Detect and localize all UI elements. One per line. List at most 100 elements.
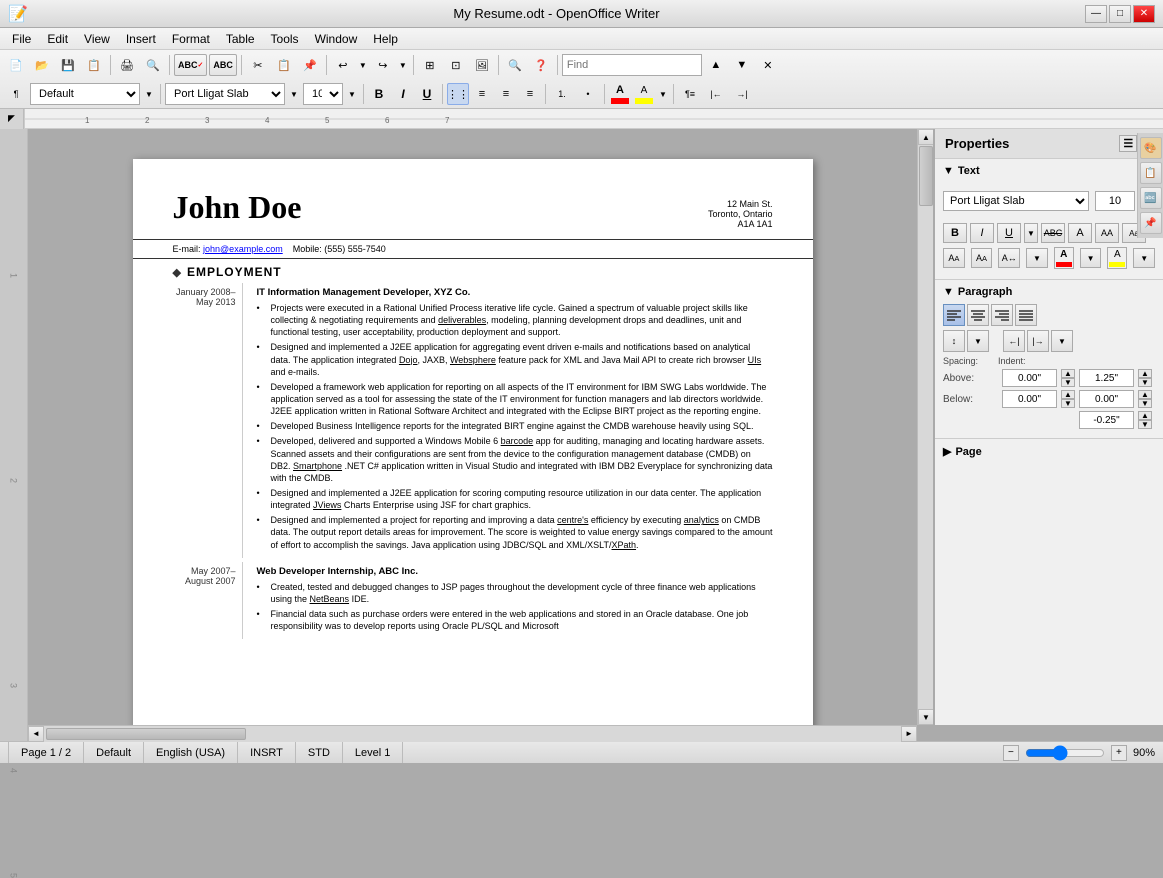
paragraph-styles-icon[interactable]: ¶ — [4, 82, 28, 106]
paragraph-style-arrow[interactable]: ▼ — [142, 82, 156, 106]
panel-bold-button[interactable]: B — [943, 223, 967, 243]
scroll-up-arrow[interactable]: ▲ — [918, 129, 934, 145]
panel-font-size[interactable] — [1095, 191, 1135, 211]
firstline-up[interactable]: ▲ — [1138, 411, 1152, 420]
menu-tools[interactable]: Tools — [263, 30, 307, 48]
font-size-combo[interactable]: 10 — [303, 83, 343, 105]
panel-align-right[interactable] — [991, 304, 1013, 326]
find-close-button[interactable]: ✕ — [756, 53, 780, 77]
panel-font-combo[interactable]: Port Lligat Slab — [943, 191, 1089, 211]
side-icon-3[interactable]: 🔤 — [1140, 187, 1162, 209]
panel-arrow-btn[interactable]: ▼ — [1026, 248, 1048, 268]
redo-button[interactable]: ↪ — [371, 53, 395, 77]
panel-italic-button[interactable]: I — [970, 223, 994, 243]
right-indent-input[interactable] — [1079, 390, 1134, 408]
side-icon-1[interactable]: 🎨 — [1140, 137, 1162, 159]
panel-highlight-arrow[interactable]: ▼ — [1133, 248, 1155, 268]
style-btn-3[interactable]: →| — [730, 82, 754, 106]
paste-button[interactable]: 📌 — [298, 53, 322, 77]
panel-align-left[interactable] — [943, 304, 965, 326]
ruler-corner[interactable]: ◤ — [0, 109, 24, 129]
find-button[interactable]: 🔍 — [503, 53, 527, 77]
vertical-scrollbar[interactable]: ▲ ▼ — [917, 129, 933, 725]
page-section-header[interactable]: ▶ Page — [943, 445, 1155, 458]
above-input[interactable] — [1002, 369, 1057, 387]
indent-input[interactable] — [1079, 369, 1134, 387]
panel-line-spacing-arrow[interactable]: ▼ — [967, 330, 989, 352]
side-icon-2[interactable]: 📋 — [1140, 162, 1162, 184]
find-prev-button[interactable]: ▲ — [704, 53, 728, 77]
indent-down[interactable]: ▼ — [1138, 378, 1152, 387]
underline-button[interactable]: U — [416, 83, 438, 105]
panel-indent-arrow[interactable]: ▼ — [1051, 330, 1073, 352]
menu-window[interactable]: Window — [307, 30, 366, 48]
panel-subscript-button[interactable]: AA — [971, 248, 993, 268]
below-down[interactable]: ▼ — [1061, 399, 1075, 408]
save-button[interactable]: 💾 — [56, 53, 80, 77]
redo-arrow[interactable]: ▼ — [397, 53, 409, 77]
undo-button[interactable]: ↩ — [331, 53, 355, 77]
panel-underline-button[interactable]: U — [997, 223, 1021, 243]
panel-spacing-btn[interactable]: A↔ — [998, 248, 1020, 268]
menu-edit[interactable]: Edit — [39, 30, 76, 48]
horizontal-scrollbar[interactable]: ◄ ► — [28, 725, 917, 741]
insert-image-button[interactable]: 🖼 — [470, 53, 494, 77]
undo-arrow[interactable]: ▼ — [357, 53, 369, 77]
panel-strikethrough-button[interactable]: ABC — [1041, 223, 1065, 243]
help-button[interactable]: ❓ — [529, 53, 553, 77]
zoom-out-button[interactable]: − — [1003, 745, 1019, 761]
menu-insert[interactable]: Insert — [118, 30, 164, 48]
h-scroll-track[interactable] — [44, 726, 901, 742]
scroll-down-arrow[interactable]: ▼ — [918, 709, 934, 725]
panel-shadow-button[interactable]: A — [1068, 223, 1092, 243]
above-down[interactable]: ▼ — [1061, 378, 1075, 387]
panel-underline-arrow[interactable]: ▼ — [1024, 223, 1038, 243]
email-link[interactable]: john@example.com — [203, 244, 283, 254]
panel-font-color[interactable]: A — [1054, 247, 1074, 269]
font-color-button[interactable]: A — [609, 83, 631, 105]
firstline-down[interactable]: ▼ — [1138, 420, 1152, 429]
spell-check-button[interactable]: ABC✓ — [174, 54, 207, 76]
open-button[interactable]: 📂 — [30, 53, 54, 77]
scroll-right-arrow[interactable]: ► — [901, 726, 917, 742]
insert-table-button[interactable]: ⊞ — [418, 53, 442, 77]
preview-button[interactable]: 🔍 — [141, 53, 165, 77]
right-indent-up[interactable]: ▲ — [1138, 390, 1152, 399]
scroll-left-arrow[interactable]: ◄ — [28, 726, 44, 742]
saveas-button[interactable]: 📋 — [82, 53, 106, 77]
below-up[interactable]: ▲ — [1061, 390, 1075, 399]
panel-expand-icon[interactable]: ☰ — [1119, 135, 1137, 152]
menu-view[interactable]: View — [76, 30, 118, 48]
paragraph-style-combo[interactable]: Default — [30, 83, 140, 105]
panel-superscript-button[interactable]: AA — [943, 248, 965, 268]
copy-button[interactable]: 📋 — [272, 53, 296, 77]
menu-file[interactable]: File — [4, 30, 39, 48]
paragraph-style-toggle[interactable]: ¶≡ — [678, 82, 702, 106]
indent-up[interactable]: ▲ — [1138, 369, 1152, 378]
bullets-button[interactable]: • — [576, 82, 600, 106]
restore-button[interactable]: □ — [1109, 5, 1131, 23]
title-bar-controls[interactable]: — □ ✕ — [1085, 5, 1155, 23]
scroll-thumb[interactable] — [919, 146, 933, 206]
panel-align-justify[interactable] — [1015, 304, 1037, 326]
autocorrect-button[interactable]: ABC — [209, 54, 237, 76]
panel-highlight-color[interactable]: A — [1107, 247, 1127, 269]
close-button[interactable]: ✕ — [1133, 5, 1155, 23]
print-button[interactable]: 🖨 — [115, 53, 139, 77]
firstline-input[interactable] — [1079, 411, 1134, 429]
align-justify-button[interactable]: ≡ — [519, 83, 541, 105]
char-highlight-arrow[interactable]: ▼ — [657, 82, 669, 106]
panel-align-center[interactable] — [967, 304, 989, 326]
panel-line-spacing-btn[interactable]: ↕ — [943, 330, 965, 352]
text-section-header[interactable]: ▼ Text — [943, 165, 1155, 177]
panel-caps-button[interactable]: AA — [1095, 223, 1119, 243]
scroll-track[interactable] — [918, 145, 933, 709]
numbering-button[interactable]: 1. — [550, 82, 574, 106]
style-btn-2[interactable]: |← — [704, 82, 728, 106]
panel-indent-less[interactable]: ←| — [1003, 330, 1025, 352]
menu-table[interactable]: Table — [218, 30, 263, 48]
right-indent-down[interactable]: ▼ — [1138, 399, 1152, 408]
font-name-combo[interactable]: Port Lligat Slab — [165, 83, 285, 105]
font-size-arrow[interactable]: ▼ — [345, 82, 359, 106]
zoom-in-button[interactable]: + — [1111, 745, 1127, 761]
